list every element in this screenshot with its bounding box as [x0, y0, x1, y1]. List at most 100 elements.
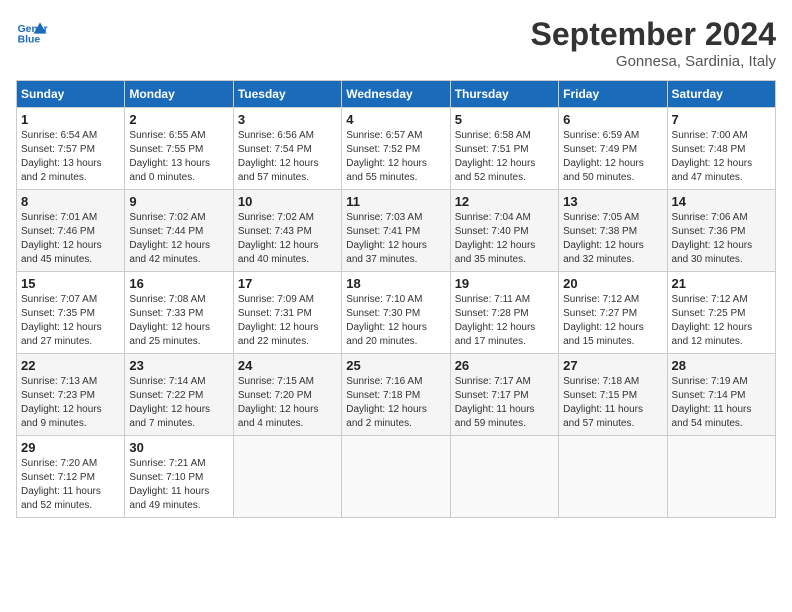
calendar-cell: 18 Sunrise: 7:10 AM Sunset: 7:30 PM Dayli…: [342, 272, 450, 354]
day-number: 3: [238, 112, 337, 127]
calendar-cell: 25 Sunrise: 7:16 AM Sunset: 7:18 PM Dayli…: [342, 354, 450, 436]
calendar-cell: 14 Sunrise: 7:06 AM Sunset: 7:36 PM Dayli…: [667, 190, 775, 272]
day-number: 15: [21, 276, 120, 291]
calendar-cell: 9Sunrise: 7:02 AM Sunset: 7:44 PM Daylig…: [125, 190, 233, 272]
day-info: Sunrise: 7:04 AM Sunset: 7:40 PM Dayligh…: [455, 211, 554, 267]
day-number: 4: [346, 112, 445, 127]
day-number: 18: [346, 276, 445, 291]
day-info: Sunrise: 7:11 AM Sunset: 7:28 PM Dayligh…: [455, 293, 554, 349]
day-number: 17: [238, 276, 337, 291]
day-header-wednesday: Wednesday: [342, 81, 450, 108]
day-info: Sunrise: 6:58 AM Sunset: 7:51 PM Dayligh…: [455, 129, 554, 185]
calendar-cell: [342, 436, 450, 518]
page-header: General Blue September 2024 Gonnesa, Sar…: [16, 16, 776, 70]
day-info: Sunrise: 6:54 AM Sunset: 7:57 PM Dayligh…: [21, 129, 120, 185]
calendar-cell: 12 Sunrise: 7:04 AM Sunset: 7:40 PM Dayli…: [450, 190, 558, 272]
day-info: Sunrise: 6:56 AM Sunset: 7:54 PM Dayligh…: [238, 129, 337, 185]
calendar-cell: 11 Sunrise: 7:03 AM Sunset: 7:41 PM Dayli…: [342, 190, 450, 272]
day-info: Sunrise: 7:09 AM Sunset: 7:31 PM Dayligh…: [238, 293, 337, 349]
calendar-cell: 20 Sunrise: 7:12 AM Sunset: 7:27 PM Dayli…: [559, 272, 667, 354]
calendar-cell: [450, 436, 558, 518]
day-header-monday: Monday: [125, 81, 233, 108]
calendar-cell: [667, 436, 775, 518]
calendar-cell: [233, 436, 341, 518]
day-info: Sunrise: 7:00 AM Sunset: 7:48 PM Dayligh…: [672, 129, 771, 185]
day-info: Sunrise: 7:10 AM Sunset: 7:30 PM Dayligh…: [346, 293, 445, 349]
month-title: September 2024: [531, 16, 776, 53]
calendar-cell: 17 Sunrise: 7:09 AM Sunset: 7:31 PM Dayli…: [233, 272, 341, 354]
day-number: 21: [672, 276, 771, 291]
calendar-cell: 29 Sunrise: 7:20 AM Sunset: 7:12 PM Dayli…: [17, 436, 125, 518]
day-info: Sunrise: 7:21 AM Sunset: 7:10 PM Dayligh…: [129, 457, 228, 513]
day-number: 5: [455, 112, 554, 127]
day-info: Sunrise: 7:02 AM Sunset: 7:43 PM Dayligh…: [238, 211, 337, 267]
logo-icon: General Blue: [16, 16, 48, 48]
day-info: Sunrise: 7:15 AM Sunset: 7:20 PM Dayligh…: [238, 375, 337, 431]
day-number: 20: [563, 276, 662, 291]
calendar-cell: 27 Sunrise: 7:18 AM Sunset: 7:15 PM Dayli…: [559, 354, 667, 436]
day-info: Sunrise: 7:12 AM Sunset: 7:25 PM Dayligh…: [672, 293, 771, 349]
title-block: September 2024 Gonnesa, Sardinia, Italy: [531, 16, 776, 70]
calendar-cell: 5 Sunrise: 6:58 AM Sunset: 7:51 PM Daylig…: [450, 108, 558, 190]
day-number: 11: [346, 194, 445, 209]
day-number: 7: [672, 112, 771, 127]
day-info: Sunrise: 7:13 AM Sunset: 7:23 PM Dayligh…: [21, 375, 120, 431]
day-info: Sunrise: 6:57 AM Sunset: 7:52 PM Dayligh…: [346, 129, 445, 185]
calendar-cell: 30 Sunrise: 7:21 AM Sunset: 7:10 PM Dayli…: [125, 436, 233, 518]
day-number: 22: [21, 358, 120, 373]
day-number: 13: [563, 194, 662, 209]
day-number: 25: [346, 358, 445, 373]
day-info: Sunrise: 7:03 AM Sunset: 7:41 PM Dayligh…: [346, 211, 445, 267]
day-info: Sunrise: 7:16 AM Sunset: 7:18 PM Dayligh…: [346, 375, 445, 431]
day-header-saturday: Saturday: [667, 81, 775, 108]
day-number: 1: [21, 112, 120, 127]
day-header-tuesday: Tuesday: [233, 81, 341, 108]
day-info: Sunrise: 7:18 AM Sunset: 7:15 PM Dayligh…: [563, 375, 662, 431]
day-info: Sunrise: 7:06 AM Sunset: 7:36 PM Dayligh…: [672, 211, 771, 267]
day-number: 2: [129, 112, 228, 127]
calendar-cell: 16Sunrise: 7:08 AM Sunset: 7:33 PM Dayli…: [125, 272, 233, 354]
day-info: Sunrise: 7:14 AM Sunset: 7:22 PM Dayligh…: [129, 375, 228, 431]
day-info: Sunrise: 7:12 AM Sunset: 7:27 PM Dayligh…: [563, 293, 662, 349]
day-number: 30: [129, 440, 228, 455]
svg-text:Blue: Blue: [18, 34, 41, 45]
day-number: 23: [129, 358, 228, 373]
day-number: 26: [455, 358, 554, 373]
day-info: Sunrise: 7:07 AM Sunset: 7:35 PM Dayligh…: [21, 293, 120, 349]
day-number: 19: [455, 276, 554, 291]
day-info: Sunrise: 6:55 AM Sunset: 7:55 PM Dayligh…: [129, 129, 228, 185]
day-number: 12: [455, 194, 554, 209]
calendar-cell: 15 Sunrise: 7:07 AM Sunset: 7:35 PM Dayli…: [17, 272, 125, 354]
day-info: Sunrise: 6:59 AM Sunset: 7:49 PM Dayligh…: [563, 129, 662, 185]
calendar-cell: 1 Sunrise: 6:54 AM Sunset: 7:57 PM Daylig…: [17, 108, 125, 190]
calendar-cell: 28 Sunrise: 7:19 AM Sunset: 7:14 PM Dayli…: [667, 354, 775, 436]
logo: General Blue: [16, 16, 48, 48]
day-number: 14: [672, 194, 771, 209]
location-subtitle: Gonnesa, Sardinia, Italy: [531, 53, 776, 70]
calendar-cell: 8Sunrise: 7:01 AM Sunset: 7:46 PM Daylig…: [17, 190, 125, 272]
calendar-cell: 2 Sunrise: 6:55 AM Sunset: 7:55 PM Daylig…: [125, 108, 233, 190]
day-number: 24: [238, 358, 337, 373]
calendar-cell: 24 Sunrise: 7:15 AM Sunset: 7:20 PM Dayli…: [233, 354, 341, 436]
day-number: 29: [21, 440, 120, 455]
day-number: 27: [563, 358, 662, 373]
calendar-cell: 21 Sunrise: 7:12 AM Sunset: 7:25 PM Dayli…: [667, 272, 775, 354]
calendar-cell: 4 Sunrise: 6:57 AM Sunset: 7:52 PM Daylig…: [342, 108, 450, 190]
calendar-cell: 26 Sunrise: 7:17 AM Sunset: 7:17 PM Dayli…: [450, 354, 558, 436]
day-header-thursday: Thursday: [450, 81, 558, 108]
day-number: 16: [129, 276, 228, 291]
calendar-cell: 22 Sunrise: 7:13 AM Sunset: 7:23 PM Dayli…: [17, 354, 125, 436]
day-number: 28: [672, 358, 771, 373]
day-info: Sunrise: 7:20 AM Sunset: 7:12 PM Dayligh…: [21, 457, 120, 513]
day-info: Sunrise: 7:17 AM Sunset: 7:17 PM Dayligh…: [455, 375, 554, 431]
calendar-table: SundayMondayTuesdayWednesdayThursdayFrid…: [16, 80, 776, 518]
day-number: 10: [238, 194, 337, 209]
day-info: Sunrise: 7:02 AM Sunset: 7:44 PM Dayligh…: [129, 211, 228, 267]
calendar-cell: 3 Sunrise: 6:56 AM Sunset: 7:54 PM Daylig…: [233, 108, 341, 190]
day-info: Sunrise: 7:19 AM Sunset: 7:14 PM Dayligh…: [672, 375, 771, 431]
day-header-friday: Friday: [559, 81, 667, 108]
day-number: 6: [563, 112, 662, 127]
day-info: Sunrise: 7:05 AM Sunset: 7:38 PM Dayligh…: [563, 211, 662, 267]
calendar-cell: 19 Sunrise: 7:11 AM Sunset: 7:28 PM Dayli…: [450, 272, 558, 354]
calendar-cell: [559, 436, 667, 518]
